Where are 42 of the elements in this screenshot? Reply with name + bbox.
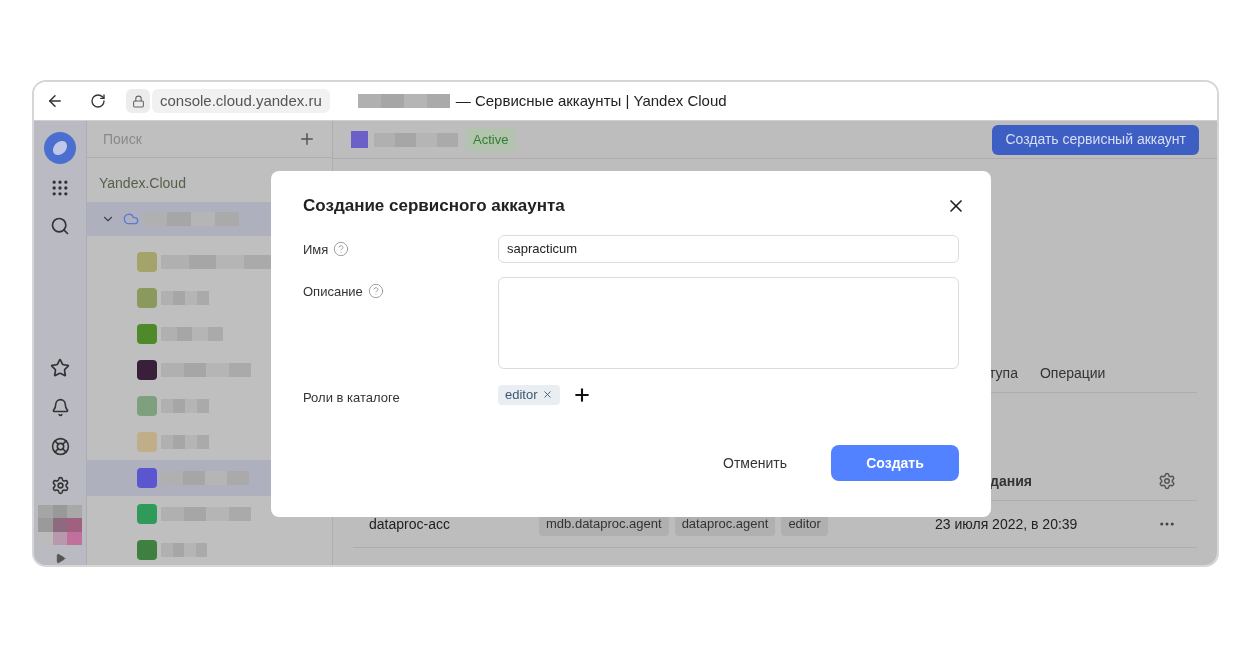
name-field[interactable]: sapracticum bbox=[498, 234, 959, 263]
page-title: — Сервисные аккаунты | Yandex Cloud bbox=[455, 90, 727, 111]
bell-icon[interactable] bbox=[50, 398, 70, 417]
help-icon[interactable] bbox=[333, 241, 350, 258]
settings-icon[interactable] bbox=[50, 476, 70, 495]
lock-icon[interactable] bbox=[126, 89, 150, 113]
blurred-label bbox=[161, 543, 207, 557]
table-cell-text: 23 июля 2022, в 20:39 bbox=[935, 514, 1079, 534]
remove-icon[interactable] bbox=[541, 389, 553, 400]
blurred-label bbox=[161, 291, 209, 305]
column-header: дания bbox=[990, 471, 1033, 491]
reload-icon[interactable] bbox=[90, 93, 106, 109]
cancel-button[interactable]: Отменить bbox=[723, 452, 787, 474]
apps-icon[interactable] bbox=[50, 178, 70, 198]
help-icon[interactable] bbox=[367, 283, 384, 300]
blurred-label bbox=[161, 399, 209, 413]
field-label: Имя bbox=[303, 240, 329, 259]
tab[interactable]: тупа bbox=[989, 355, 1018, 392]
dialog-title: Создание сервисного аккаунта bbox=[303, 195, 565, 217]
field-label: Роли в каталоге bbox=[303, 388, 400, 407]
status-badge: Active bbox=[466, 127, 516, 152]
expand-icon[interactable] bbox=[54, 553, 66, 564]
logo-icon[interactable] bbox=[44, 132, 76, 164]
blurred-label bbox=[161, 435, 209, 449]
lifebuoy-icon[interactable] bbox=[50, 437, 70, 456]
folder-icon bbox=[351, 131, 368, 148]
search-icon[interactable] bbox=[50, 216, 70, 236]
role-chip[interactable]: editor bbox=[498, 384, 560, 405]
settings-icon[interactable] bbox=[1158, 472, 1176, 490]
description-field[interactable] bbox=[498, 276, 959, 369]
create-button[interactable]: Создать bbox=[831, 445, 959, 481]
back-icon[interactable] bbox=[46, 92, 64, 110]
avatar-placeholder[interactable] bbox=[38, 505, 82, 545]
star-icon[interactable] bbox=[50, 358, 70, 378]
url-field[interactable]: console.cloud.yandex.ru bbox=[152, 89, 330, 113]
field-label: Описание bbox=[303, 282, 363, 301]
blurred-label bbox=[161, 327, 223, 341]
create-account-button[interactable]: Создать сервисный аккаунт bbox=[992, 124, 1199, 155]
table-cell-text: dataproc-acc bbox=[368, 514, 451, 534]
plus-icon[interactable] bbox=[298, 130, 316, 148]
cloud-icon bbox=[123, 211, 139, 227]
tab[interactable]: Операции bbox=[1039, 355, 1106, 392]
